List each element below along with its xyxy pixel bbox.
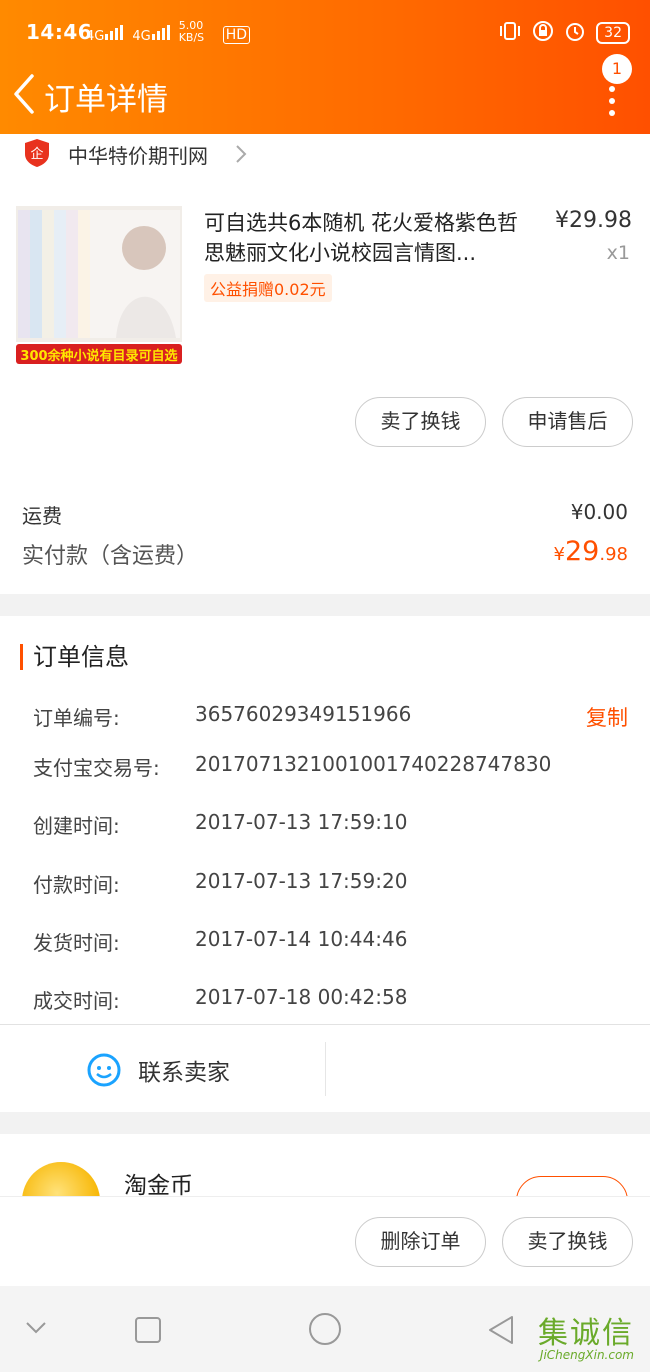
sell-for-cash-button[interactable]: 卖了换钱 — [355, 397, 486, 447]
paid-time-label: 付款时间: — [33, 873, 120, 897]
product-title[interactable]: 可自选共6本随机 花火爱格紫色哲思魅丽文化小说校园言情图... — [204, 208, 524, 268]
signal-icon: 4G — [86, 24, 124, 44]
product-price: ¥29.98 — [555, 208, 632, 233]
shipped-time-label: 发货时间: — [33, 931, 120, 955]
completed-time-value: 2017-07-18 00:42:58 — [195, 985, 408, 1009]
page-title: 订单详情 — [44, 82, 168, 118]
created-time-value: 2017-07-13 17:59:10 — [195, 810, 408, 834]
recents-square-icon[interactable] — [134, 1316, 162, 1344]
bottom-action-bar: 删除订单 卖了换钱 — [0, 1196, 650, 1286]
shop-badge-icon: 企 — [24, 138, 50, 168]
alarm-icon — [564, 20, 586, 46]
contact-seller-button[interactable]: 联系卖家 — [86, 1048, 230, 1092]
order-item-card: 企 中华特价期刊网 300余种小说有目录可自选 可自选共6本随机 花火爱格紫色哲… — [0, 134, 650, 594]
more-vertical-icon — [604, 82, 620, 116]
order-number-label: 订单编号: — [33, 706, 120, 730]
coin-card: 淘金币 — [0, 1134, 650, 1196]
chat-face-icon — [87, 1053, 121, 1087]
back-button[interactable] — [8, 70, 40, 118]
alipay-trade-label: 支付宝交易号: — [33, 756, 160, 780]
order-info-card: 订单信息 订单编号: 36576029349151966 复制 支付宝交易号: … — [0, 616, 650, 1112]
product-image[interactable]: 300余种小说有目录可自选 — [16, 206, 182, 366]
order-info-title: 订单信息 — [20, 644, 129, 670]
created-time-label: 创建时间: — [33, 814, 120, 838]
shop-name: 中华特价期刊网 — [68, 144, 208, 168]
chevron-left-icon — [14, 74, 34, 114]
paid-amount: ¥29.98 — [554, 536, 628, 567]
paid-currency: ¥ — [553, 544, 565, 565]
vibrate-icon — [498, 21, 522, 45]
paid-decimal: .98 — [599, 544, 628, 565]
paid-time-value: 2017-07-13 17:59:20 — [195, 869, 408, 893]
completed-time-label: 成交时间: — [33, 989, 120, 1013]
status-right-group: 32 — [498, 20, 630, 46]
coin-icon — [22, 1162, 100, 1196]
shipping-label: 运费 — [22, 504, 62, 528]
status-signal-group: 4G 4G 5.00 KB/S HD — [86, 19, 251, 44]
network-speed: 5.00 KB/S — [178, 19, 205, 44]
status-bar: 14:46 4G 4G 5.00 KB/S HD 32 — [0, 0, 650, 66]
lock-rotate-icon — [532, 20, 554, 46]
shipping-value: ¥0.00 — [570, 500, 628, 524]
sell-for-cash-bottom-button[interactable]: 卖了换钱 — [502, 1217, 633, 1267]
charity-tag: 公益捐赠0.02元 — [204, 274, 332, 302]
signal-icon-2: 4G — [132, 24, 170, 44]
more-button[interactable] — [604, 82, 620, 122]
coin-label: 淘金币 — [124, 1173, 193, 1196]
after-sale-button[interactable]: 申请售后 — [502, 397, 633, 447]
shop-row[interactable]: 企 中华特价期刊网 — [0, 134, 650, 174]
watermark-title: 集诚信 — [538, 1316, 634, 1351]
watermark-logo: 集诚信 JiChengXin.com — [524, 1300, 644, 1366]
order-number-value: 36576029349151966 — [195, 702, 412, 726]
coin-claim-button[interactable] — [516, 1176, 628, 1196]
product-image-banner: 300余种小说有目录可自选 — [20, 349, 178, 364]
paid-label: 实付款（含运费） — [22, 544, 199, 569]
hd-icon: HD — [222, 26, 251, 44]
paid-integer: 29 — [565, 536, 600, 567]
delete-order-button[interactable]: 删除订单 — [355, 1217, 486, 1267]
status-time: 14:46 — [26, 20, 93, 44]
notification-badge: 1 — [602, 54, 632, 84]
battery-icon: 32 — [596, 22, 630, 44]
svg-text:企: 企 — [30, 146, 43, 162]
vertical-divider — [325, 1042, 326, 1096]
chevron-right-icon — [236, 145, 247, 163]
nav-bar: 订单详情 — [0, 66, 650, 134]
alipay-trade-value: 2017071321001001740228747830 — [195, 752, 552, 776]
system-nav-bar: 集诚信 JiChengXin.com — [0, 1286, 650, 1372]
divider — [0, 1024, 650, 1025]
contact-seller-label: 联系卖家 — [138, 1060, 230, 1086]
watermark-text: JiChengXin.com — [539, 1348, 634, 1362]
app-header: 14:46 4G 4G 5.00 KB/S HD 32 订单详情 1 — [0, 0, 650, 134]
home-circle-icon[interactable] — [308, 1312, 342, 1346]
chevron-down-icon[interactable] — [24, 1320, 48, 1336]
shipped-time-value: 2017-07-14 10:44:46 — [195, 927, 408, 951]
back-triangle-icon[interactable] — [486, 1314, 516, 1346]
copy-button[interactable]: 复制 — [586, 702, 628, 732]
product-quantity: x1 — [606, 242, 630, 264]
